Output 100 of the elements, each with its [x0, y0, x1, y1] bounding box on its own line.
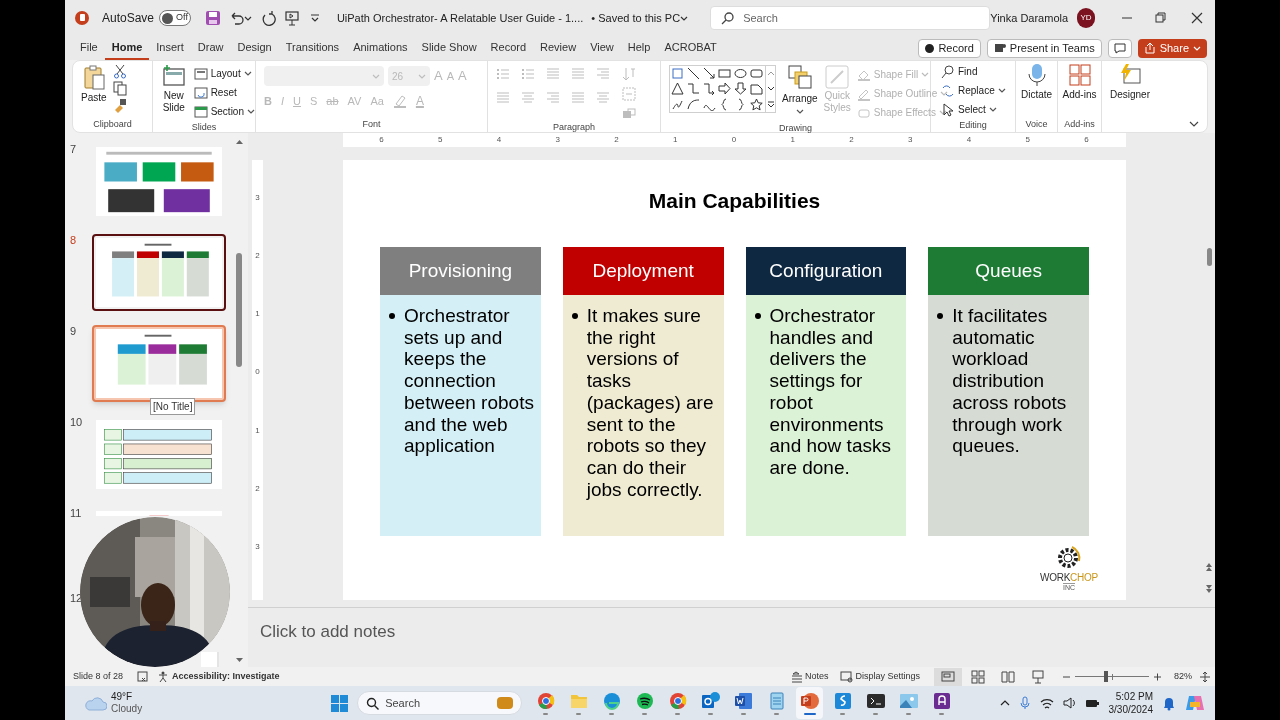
caret-icon[interactable] — [997, 87, 1006, 94]
ruler-number: 0 — [731, 134, 737, 146]
view-icon — [1001, 669, 1015, 684]
shape-icon[interactable] — [671, 82, 684, 96]
new-slide-button[interactable]: New Slide — [158, 64, 190, 121]
arrange-icon — [787, 65, 812, 89]
shape-icon[interactable] — [686, 67, 700, 80]
ribbon-tab[interactable]: ACROBAT — [657, 36, 724, 60]
column-heading: Provisioning — [380, 247, 541, 295]
paste-button[interactable]: Paste — [81, 64, 107, 118]
windows-start-icon[interactable] — [330, 693, 350, 713]
ribbon-tab[interactable]: Draw — [190, 36, 231, 60]
chrome-icon — [535, 691, 556, 711]
ribbon-tab[interactable]: Animations — [346, 36, 415, 60]
user-name[interactable]: Yinka Daramola — [990, 9, 1069, 27]
scroll-down-icon[interactable] — [235, 657, 243, 663]
notification-icon[interactable] — [1162, 695, 1176, 711]
scroll-up-icon[interactable] — [235, 139, 243, 145]
bullet-text: It makes sure the right versions of tasks (packages) are sent to the robots so they can do their jobs correctly. — [586, 305, 715, 501]
copy-icon[interactable] — [112, 81, 127, 96]
user-avatar[interactable]: YD — [1077, 8, 1095, 28]
ruler-number: 3 — [255, 193, 260, 204]
microphone-icon[interactable] — [1018, 696, 1031, 710]
scroll-down-icon — [766, 85, 775, 93]
presentation-icon[interactable] — [283, 10, 300, 26]
shape-icon[interactable] — [734, 82, 748, 96]
weather-temperature: 49°F — [111, 691, 134, 703]
shape-icon[interactable] — [750, 82, 764, 96]
ribbon-tab[interactable]: Record — [483, 36, 534, 60]
clock-date[interactable]: 3/30/2024 — [1108, 703, 1153, 716]
shape-icon[interactable] — [734, 67, 748, 80]
record-button[interactable]: Record — [918, 38, 981, 58]
close-icon[interactable] — [1191, 12, 1203, 24]
spelling-icon[interactable] — [137, 671, 149, 682]
zoom-level[interactable]: 82% — [1174, 669, 1192, 684]
clock-time[interactable]: 5:02 PM — [1115, 690, 1153, 703]
reset-button[interactable]: Reset — [193, 83, 255, 102]
zoom-in-icon[interactable] — [1153, 672, 1162, 681]
shape-icon[interactable] — [702, 67, 716, 80]
caret-icon[interactable] — [988, 106, 997, 113]
present-in-teams-button[interactable]: Present in Teams — [986, 38, 1102, 58]
shape-icon[interactable] — [702, 82, 716, 96]
accessibility-button[interactable]: Accessibility: Investigate — [158, 669, 280, 684]
ribbon-tab[interactable]: Insert — [149, 36, 191, 60]
column-heading: Deployment — [562, 247, 724, 295]
ribbon-tab[interactable]: Review — [533, 36, 584, 60]
caret-icon[interactable] — [680, 14, 689, 22]
section-button[interactable]: Section — [193, 102, 255, 121]
save-icon[interactable] — [204, 10, 221, 26]
customize-caret-icon[interactable] — [309, 14, 320, 22]
next-slide-icon[interactable] — [1205, 584, 1213, 594]
share-button[interactable]: Share — [1137, 38, 1207, 58]
save-status[interactable]: • Saved to this PC — [591, 9, 681, 27]
wifi-icon[interactable] — [1039, 696, 1054, 710]
bullet-icon — [754, 313, 761, 319]
document-icon — [733, 691, 754, 711]
volume-icon[interactable] — [1062, 696, 1076, 710]
cut-icon[interactable] — [112, 64, 127, 79]
scrollbar-thumb[interactable] — [236, 253, 242, 367]
shape-icon[interactable] — [686, 97, 700, 111]
chevron-up-icon[interactable] — [999, 699, 1010, 707]
comments-button[interactable] — [1107, 38, 1132, 58]
arrange-button[interactable]: Arrange — [782, 65, 818, 122]
ribbon-tab[interactable]: Slide Show — [414, 36, 484, 60]
shape-icon[interactable] — [750, 97, 764, 111]
ribbon-tab[interactable]: View — [583, 36, 621, 60]
autosave-toggle[interactable]: Off — [159, 10, 191, 26]
ribbon-tab[interactable]: Design — [230, 36, 279, 60]
ribbon-tab[interactable]: Transitions — [278, 36, 347, 60]
caret-icon[interactable] — [243, 14, 252, 22]
caret-icon[interactable] — [247, 108, 255, 115]
ribbon-tab[interactable]: File — [73, 36, 105, 60]
taskbar-search-field[interactable]: Search — [357, 691, 523, 715]
powerpoint-icon[interactable] — [74, 10, 90, 26]
caret-icon[interactable] — [243, 70, 252, 77]
slide-canvas[interactable] — [343, 160, 1126, 600]
previous-slide-icon[interactable] — [1205, 562, 1213, 572]
slide-thumbnail[interactable] — [92, 325, 226, 402]
ribbon-tab[interactable]: Help — [620, 36, 658, 60]
ruler-number: 1 — [255, 425, 260, 437]
scrollbar-thumb[interactable] — [1206, 248, 1212, 266]
notes-placeholder[interactable]: Click to add notes — [260, 622, 396, 641]
slide-thumbnail[interactable] — [92, 234, 226, 311]
notes-button[interactable]: Notes — [790, 669, 829, 684]
collapse-ribbon-icon[interactable] — [1189, 121, 1199, 128]
display-settings-button[interactable]: Display Settings — [840, 669, 920, 684]
shapes-gallery[interactable] — [669, 65, 776, 113]
editing-icon — [941, 102, 955, 117]
caret-icon[interactable] — [795, 108, 804, 115]
fit-slide-icon[interactable] — [1199, 670, 1211, 683]
shape-icon[interactable] — [718, 82, 732, 96]
layout-button[interactable]: Layout — [193, 64, 255, 83]
dictate-button[interactable]: Dictate — [1020, 63, 1053, 118]
search-field[interactable]: Search — [710, 6, 991, 30]
bullet-text: It facilitates automatic workload distribution across robots through work queues. — [952, 305, 1068, 457]
add-ins-button[interactable]: Add-ins — [1062, 63, 1097, 118]
restore-icon[interactable] — [1155, 12, 1167, 24]
zoom-slider-thumb[interactable] — [1104, 671, 1109, 682]
tooltip: [No Title] — [150, 398, 196, 415]
designer-button[interactable]: Designer — [1110, 63, 1150, 132]
